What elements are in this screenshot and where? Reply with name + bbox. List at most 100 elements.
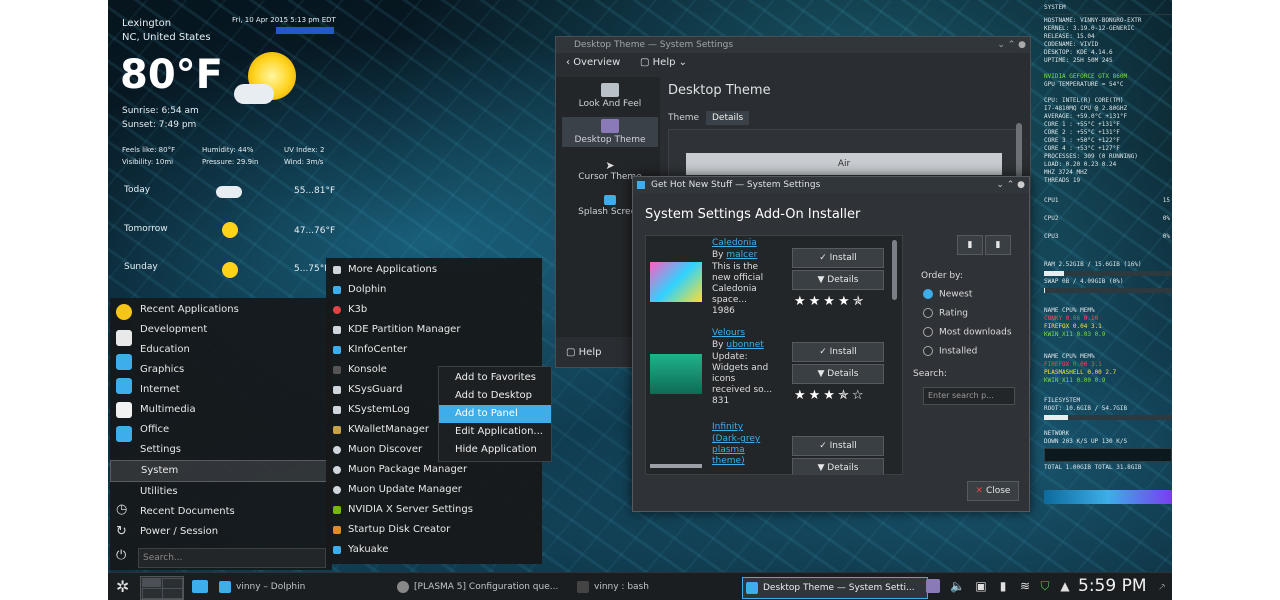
menu-category[interactable]: Settings xyxy=(110,440,332,460)
list-scrollbar[interactable] xyxy=(892,240,897,300)
window-controls-icon[interactable]: ⌄ ⌃ ● xyxy=(997,37,1026,53)
clipboard-icon[interactable]: ▣ xyxy=(974,579,988,593)
weather-widget: Lexington NC, United States Fri, 10 Apr … xyxy=(108,0,338,290)
install-button[interactable]: ✓ Install xyxy=(792,436,884,456)
conky-divider xyxy=(1044,14,1172,15)
menu-category[interactable]: Office xyxy=(110,420,332,440)
mail-icon[interactable] xyxy=(192,580,208,593)
task-plasma[interactable]: [PLASMA 5] Configuration que... xyxy=(394,577,570,597)
cpu-row: CPU2 0% xyxy=(1044,215,1172,233)
pager-desktop[interactable] xyxy=(142,588,163,599)
help-bottom-button[interactable]: ▢ Help xyxy=(566,347,601,358)
menu-search-input[interactable]: Search... xyxy=(138,548,326,568)
volume-icon[interactable]: 🔈 xyxy=(950,579,965,593)
context-item-edit[interactable]: Edit Application... xyxy=(439,423,551,441)
tab-theme[interactable]: Theme xyxy=(668,113,699,123)
submenu-item[interactable]: KInfoCenter xyxy=(326,340,542,360)
pager-desktop[interactable] xyxy=(162,588,183,599)
order-by-label: Order by: xyxy=(921,271,963,281)
view-mode-list-icon[interactable]: ▮ xyxy=(957,235,983,255)
author-link[interactable]: malcer xyxy=(726,250,757,260)
task-system-settings[interactable]: Desktop Theme — System Setti... xyxy=(742,577,928,599)
task-bash[interactable]: vinny : bash xyxy=(574,577,694,597)
menu-category[interactable]: Education xyxy=(110,340,332,360)
view-mode-icons-icon[interactable]: ▮ xyxy=(985,235,1011,255)
context-item-hide[interactable]: Hide Application xyxy=(439,441,551,459)
details-button[interactable]: ▼ Details xyxy=(792,364,884,384)
power-icon[interactable]: ⏻ xyxy=(116,548,126,563)
submenu-item[interactable]: Muon Update Manager xyxy=(326,480,542,500)
submenu-item[interactable]: Dolphin xyxy=(326,280,542,300)
battery-icon[interactable]: ▮ xyxy=(996,579,1010,593)
addon-search-input[interactable]: Enter search p... xyxy=(923,387,1015,405)
help-button[interactable]: ▢ Help ⌄ xyxy=(640,57,687,68)
weather-link-icon[interactable] xyxy=(276,27,334,34)
cpu-label: CPU2 xyxy=(1044,215,1059,222)
order-rating[interactable]: Rating xyxy=(923,308,968,319)
conky-header: SYSTEM xyxy=(1044,4,1066,11)
menu-category[interactable]: Recent Applications xyxy=(110,300,332,320)
task-dolphin[interactable]: vinny – Dolphin xyxy=(216,577,386,597)
menu-category-selected[interactable]: System xyxy=(110,460,332,482)
submenu-item[interactable]: More Applications xyxy=(326,260,542,280)
details-button[interactable]: ▼ Details xyxy=(792,270,884,290)
menu-category[interactable]: Development xyxy=(110,320,332,340)
forecast-day: Tomorrow xyxy=(124,224,168,234)
kde-launcher-icon[interactable]: ✲ xyxy=(116,577,129,596)
window-controls-icon[interactable]: ⌄ ⌃ ● xyxy=(996,177,1025,193)
scrollbar[interactable] xyxy=(1016,123,1022,183)
cloud-icon xyxy=(234,84,274,104)
window-titlebar[interactable]: Desktop Theme — System Settings ⌄ ⌃ ● xyxy=(556,37,1030,53)
overview-button[interactable]: ‹ Overview xyxy=(566,57,620,68)
close-button[interactable]: ✕ Close xyxy=(967,481,1019,501)
sidebar-item-desktop-theme[interactable]: Desktop Theme xyxy=(562,117,658,147)
dialog-titlebar[interactable]: Get Hot New Stuff — System Settings ⌄ ⌃ … xyxy=(633,177,1029,193)
submenu-item[interactable]: Yakuake xyxy=(326,540,542,560)
submenu-item[interactable]: Muon Package Manager xyxy=(326,460,542,480)
panel-config-icon[interactable]: ⸕ xyxy=(1158,579,1166,594)
install-button[interactable]: ✓ Install xyxy=(792,248,884,268)
addon-name-link[interactable]: Caledonia xyxy=(712,238,757,248)
expand-tray-icon[interactable]: ▲ xyxy=(1058,579,1072,593)
addon-name-link[interactable]: Velours xyxy=(712,328,745,338)
context-item-add-desktop[interactable]: Add to Desktop xyxy=(439,387,551,405)
submenu-item[interactable]: Startup Disk Creator xyxy=(326,520,542,540)
theme-tray-icon[interactable] xyxy=(926,579,940,593)
clock[interactable]: 5:59 PM xyxy=(1078,576,1147,596)
submenu-item[interactable]: K3b xyxy=(326,300,542,320)
task-label: Desktop Theme — System Setti... xyxy=(763,583,915,593)
theme-item-air[interactable]: Air xyxy=(686,153,1002,175)
context-item-add-favorites[interactable]: Add to Favorites xyxy=(439,369,551,387)
pager-desktop[interactable] xyxy=(142,578,161,587)
menu-category[interactable]: Recent Documents xyxy=(110,502,332,522)
wifi-icon[interactable]: ≋ xyxy=(1018,579,1032,593)
pager[interactable] xyxy=(140,576,184,600)
tab-details[interactable]: Details xyxy=(706,111,750,125)
task-label: vinny : bash xyxy=(594,582,649,592)
addon-thumbnail[interactable] xyxy=(650,354,702,394)
author-link[interactable]: ubonnet xyxy=(726,340,763,350)
shield-icon[interactable]: ⛉ xyxy=(1038,579,1052,593)
cursor-icon: ➤ xyxy=(605,159,615,172)
weather-datetime: Fri, 10 Apr 2015 5:13 pm EDT xyxy=(232,16,336,24)
context-item-add-panel[interactable]: Add to Panel xyxy=(439,405,551,423)
order-most-downloads[interactable]: Most downloads xyxy=(923,327,1012,338)
submenu-item-label: Muon Discover xyxy=(348,444,423,455)
details-button[interactable]: ▼ Details xyxy=(792,458,884,474)
addon-name-link[interactable]: Infinity xyxy=(712,422,743,432)
submenu-item[interactable]: KDE Partition Manager xyxy=(326,320,542,340)
menu-category[interactable]: Internet xyxy=(110,380,332,400)
addon-thumbnail[interactable] xyxy=(650,464,702,468)
order-installed[interactable]: Installed xyxy=(923,346,977,357)
menu-category[interactable]: Graphics xyxy=(110,360,332,380)
addon-thumbnail[interactable] xyxy=(650,262,702,302)
submenu-item[interactable]: NVIDIA X Server Settings xyxy=(326,500,542,520)
menu-category[interactable]: Multimedia xyxy=(110,400,332,420)
menu-category[interactable]: Power / Session xyxy=(110,522,332,542)
details-label: Details xyxy=(827,275,859,285)
install-button[interactable]: ✓ Install xyxy=(792,342,884,362)
sidebar-item-look-and-feel[interactable]: Look And Feel xyxy=(562,83,658,109)
order-newest[interactable]: Newest xyxy=(923,289,972,300)
menu-category[interactable]: Utilities xyxy=(110,482,332,502)
application-menu: ◷ ↻ ⏻ Recent Applications Development Ed… xyxy=(110,298,332,570)
